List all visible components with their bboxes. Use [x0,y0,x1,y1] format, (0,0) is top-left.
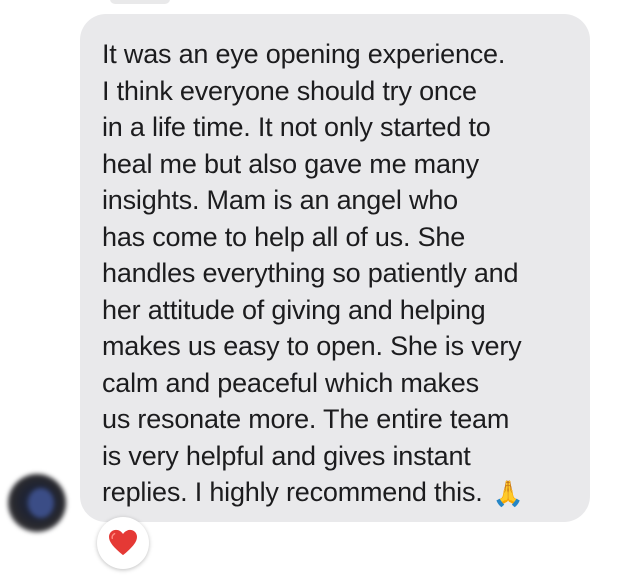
message-line: heal me but also gave me many [102,148,479,179]
sender-avatar[interactable] [8,474,66,532]
message-line: insights. Mam is an angel who [102,185,458,215]
message-line: calm and peaceful which makes [102,367,479,398]
message-line: is very helpful and gives instant [102,440,471,471]
folded-hands-icon: 🙏 [492,480,524,508]
message-line: It was an eye opening experience. [102,39,506,69]
message-line: her attitude of giving and helping [102,294,486,325]
message-line: in a life time. It not only started to [102,112,491,142]
message-line: us resonate more. The entire team [102,404,510,434]
message-line-text: replies. I highly recommend this. [102,477,483,507]
avatar-image [28,488,54,518]
message-line: makes us easy to open. She is very [102,331,522,361]
message-line: has come to help all of us. She [102,221,466,252]
message-bubble[interactable]: It was an eye opening experience. I thin… [80,14,590,522]
message-line-last: replies. I highly recommend this. 🙏 [102,474,570,513]
heart-reaction-badge[interactable] [97,517,149,569]
red-heart-icon [109,529,137,556]
previous-message-edge [110,0,170,4]
message-line: I think everyone should try once [102,75,477,106]
message-line: handles everything so patiently and [102,258,519,288]
